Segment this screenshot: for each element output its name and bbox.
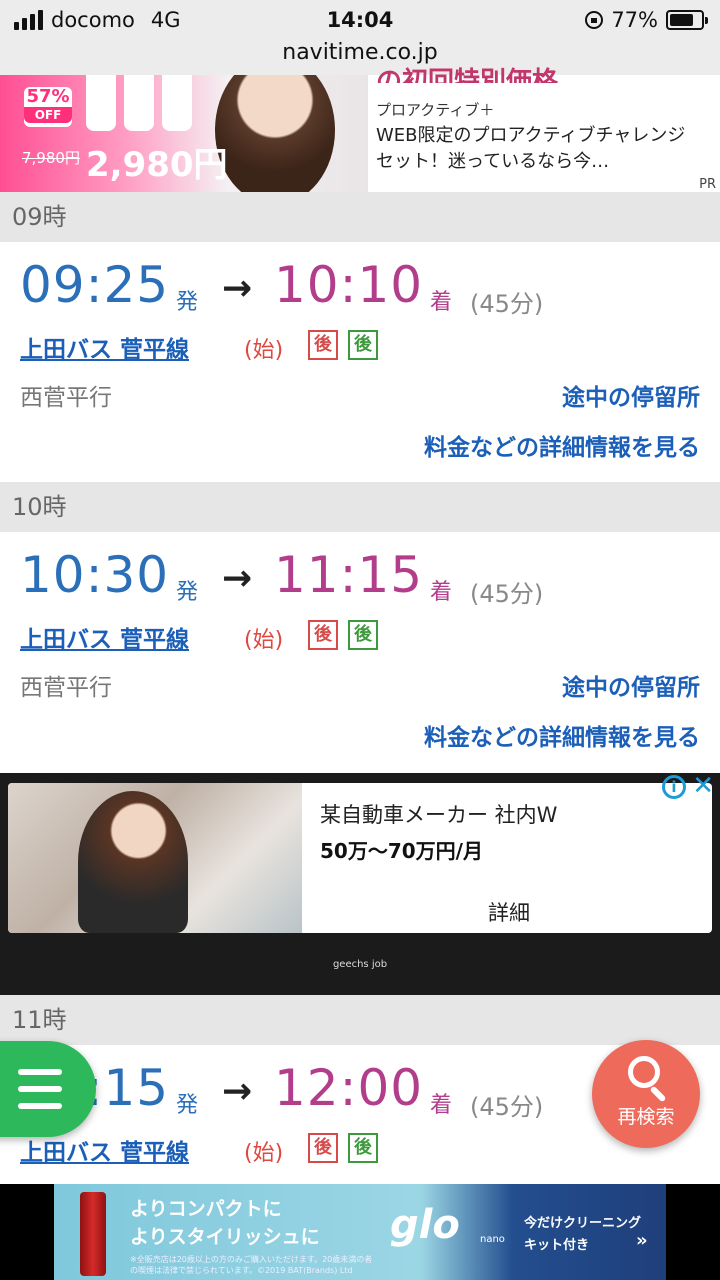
stops-link[interactable]: 途中の停留所 (562, 668, 700, 702)
bottom-ad-line1: よりコンパクトに (130, 1198, 282, 1220)
tag-green: 後 (348, 620, 378, 650)
bottom-ad-banner[interactable]: よりコンパクトに よりスタイリッシュに ※全販売店は20歳以上の方のみご購入いた… (0, 1184, 720, 1280)
discount-percent: 57% (26, 86, 70, 107)
glo-logo: glo (390, 1202, 460, 1248)
ad-info-icon[interactable]: i (662, 775, 686, 799)
tag-red: 後 (308, 330, 338, 360)
arrow-right-icon: → (222, 558, 253, 599)
ad-close-icon[interactable]: ✕ (692, 771, 714, 801)
bottom-ad-line2: よりスタイリッシュに (130, 1226, 320, 1248)
status-bar: docomo 4G 14:04 77% navitime.co.jp (0, 0, 720, 75)
arrival-time: 10:10 (274, 256, 424, 314)
status-right: 77% (585, 8, 708, 32)
detail-link[interactable]: 料金などの詳細情報を見る (424, 718, 700, 752)
route-link[interactable]: 上田バス 菅平線 (20, 620, 189, 654)
research-label: 再検索 (617, 1106, 675, 1128)
glo-device-image (80, 1192, 106, 1276)
glo-nano-label: nano (480, 1234, 505, 1245)
new-price: 2,980円 (86, 145, 228, 185)
mid-ad-detail-button[interactable]: 詳細 (488, 897, 530, 927)
departure-time: 10:30 (20, 546, 170, 604)
address-bar-url[interactable]: navitime.co.jp (0, 40, 720, 65)
discount-off: OFF (24, 107, 72, 123)
bottom-ad-right-line2: キット付き (524, 1238, 590, 1253)
mid-ad-title[interactable]: 某自動車メーカー 社内W (320, 799, 557, 829)
top-ad-headline[interactable]: の初回特別価格 (376, 61, 558, 83)
origin-tag: (始) (244, 338, 284, 363)
origin-tag: (始) (244, 1141, 284, 1166)
departure-label: 発 (176, 290, 199, 315)
pr-label: PR (699, 177, 716, 192)
arrow-right-icon: → (222, 1071, 253, 1112)
duration: (45分) (470, 290, 544, 318)
bus-row[interactable]: 10:30 発 → 11:15 着 (45分) 上田バス 菅平線 (始) 後 後… (0, 532, 720, 772)
destination: 西菅平行 (20, 675, 112, 701)
bottom-ad-image[interactable]: よりコンパクトに よりスタイリッシュに ※全販売店は20歳以上の方のみご購入いた… (54, 1184, 666, 1280)
menu-button[interactable] (0, 1041, 96, 1137)
top-ad-banner[interactable]: 57% OFF 7,980円 2,980円 の初回特別価格 プロアクティブ＋ W… (0, 67, 720, 192)
departure-label: 発 (176, 1093, 199, 1118)
mid-ad-image[interactable] (8, 783, 302, 933)
stops-link[interactable]: 途中の停留所 (562, 378, 700, 412)
arrow-right-icon: → (222, 268, 253, 309)
arrival-time: 11:15 (274, 546, 424, 604)
route-link[interactable]: 上田バス 菅平線 (20, 1133, 189, 1167)
research-button[interactable]: 再検索 (592, 1040, 700, 1148)
origin-tag: (始) (244, 628, 284, 653)
arrival-label: 着 (430, 1093, 453, 1118)
hour-header-11: 11時 (0, 995, 720, 1045)
arrival-label: 着 (430, 580, 453, 605)
product-bottles-image (86, 75, 196, 131)
bottom-ad-small-print: ※全販売店は20歳以上の方のみご購入いただけます。20歳未満の者の喫煙は法律で禁… (130, 1255, 373, 1275)
battery-percent: 77% (611, 8, 658, 32)
rotation-lock-icon (585, 11, 604, 29)
tag-green: 後 (348, 1133, 378, 1163)
top-ad-description[interactable]: WEB限定のプロアクティブチャレンジセット！迷っているなら今… (376, 123, 696, 175)
model-photo (215, 75, 335, 192)
departure-time: 09:25 (20, 256, 170, 314)
hour-header-09: 09時 (0, 192, 720, 242)
old-price: 7,980円 (22, 149, 80, 167)
battery-icon (666, 10, 708, 30)
mid-ad-banner[interactable]: 某自動車メーカー 社内W 50万～70万円/月 詳細 i ✕ geechs jo… (0, 771, 720, 995)
office-worker-photo (78, 791, 188, 933)
mid-ad-brand: geechs job (332, 959, 388, 970)
top-ad-brand: プロアクティブ＋ (376, 101, 495, 119)
arrival-label: 着 (430, 290, 453, 315)
mid-ad-salary: 50万～70万円/月 (320, 839, 483, 863)
duration: (45分) (470, 580, 544, 608)
discount-badge: 57% OFF (24, 87, 72, 127)
bottom-ad-right-line1: 今だけクリーニング (524, 1216, 642, 1231)
duration: (45分) (470, 1093, 544, 1121)
top-ad-image[interactable]: 57% OFF 7,980円 2,980円 (0, 75, 368, 192)
bus-row[interactable]: 09:25 発 → 10:10 着 (45分) 上田バス 菅平線 (始) 後 後… (0, 242, 720, 482)
tag-green: 後 (348, 330, 378, 360)
chevron-right-icon: » (636, 1230, 648, 1251)
arrival-time: 12:00 (274, 1059, 424, 1117)
tag-red: 後 (308, 1133, 338, 1163)
departure-label: 発 (176, 580, 199, 605)
mid-ad-card[interactable]: 某自動車メーカー 社内W 50万～70万円/月 詳細 (8, 783, 712, 933)
detail-link[interactable]: 料金などの詳細情報を見る (424, 428, 700, 462)
tag-red: 後 (308, 620, 338, 650)
hour-header-10: 10時 (0, 482, 720, 532)
destination: 西菅平行 (20, 385, 112, 411)
route-link[interactable]: 上田バス 菅平線 (20, 330, 189, 364)
